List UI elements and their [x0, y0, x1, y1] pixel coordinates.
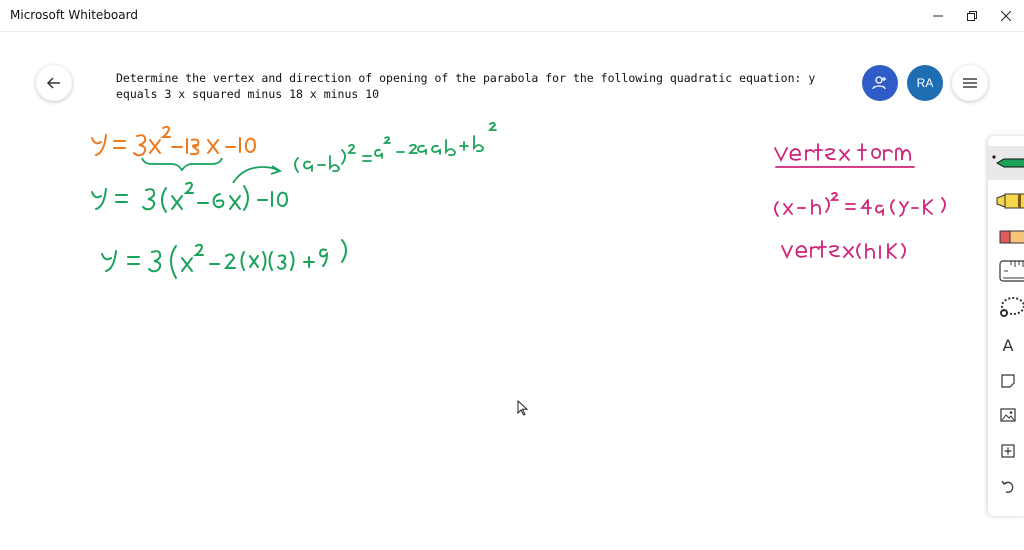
- lasso-icon: [1000, 297, 1024, 317]
- undo-icon: [1001, 480, 1014, 493]
- mouse-cursor: [517, 399, 529, 420]
- hamburger-menu-icon: [963, 78, 977, 88]
- whiteboard-canvas[interactable]: [0, 32, 1024, 550]
- restore-button[interactable]: [955, 0, 989, 31]
- board-title: Determine the vertex and direction of op…: [116, 71, 816, 101]
- menu-button[interactable]: [952, 65, 988, 101]
- lasso-tool[interactable]: [988, 290, 1024, 324]
- tool-palette: A: [988, 136, 1024, 516]
- highlighter-tool[interactable]: [988, 184, 1024, 218]
- restore-icon: [967, 10, 977, 21]
- add-tool[interactable]: [988, 434, 1024, 468]
- back-button[interactable]: [36, 65, 72, 101]
- highlighter-icon: [996, 193, 1024, 209]
- ruler-icon: [999, 260, 1024, 282]
- minimize-icon: [933, 15, 943, 16]
- close-icon: [1001, 10, 1011, 21]
- app-title: Microsoft Whiteboard: [10, 8, 138, 22]
- image-icon: [1000, 408, 1016, 422]
- text-tool[interactable]: A: [988, 328, 1024, 362]
- title-bar: Microsoft Whiteboard: [0, 0, 1024, 32]
- image-tool[interactable]: [988, 398, 1024, 432]
- add-person-icon: [872, 76, 886, 90]
- sticky-note-icon: [1001, 374, 1015, 388]
- back-arrow-icon: [46, 77, 60, 89]
- ruler-tool[interactable]: [988, 254, 1024, 288]
- pen-icon: [992, 155, 1024, 168]
- minimize-button[interactable]: [921, 0, 955, 31]
- add-icon: [1001, 444, 1015, 458]
- undo-tool[interactable]: [988, 470, 1024, 504]
- eraser-icon: [999, 230, 1024, 244]
- eraser-tool[interactable]: [988, 220, 1024, 254]
- user-avatar[interactable]: RA: [907, 65, 943, 101]
- close-button[interactable]: [989, 0, 1023, 31]
- pointer-icon: [517, 399, 529, 416]
- share-button[interactable]: [862, 65, 898, 101]
- pen-tool[interactable]: [988, 146, 1024, 180]
- sticky-note-tool[interactable]: [988, 364, 1024, 398]
